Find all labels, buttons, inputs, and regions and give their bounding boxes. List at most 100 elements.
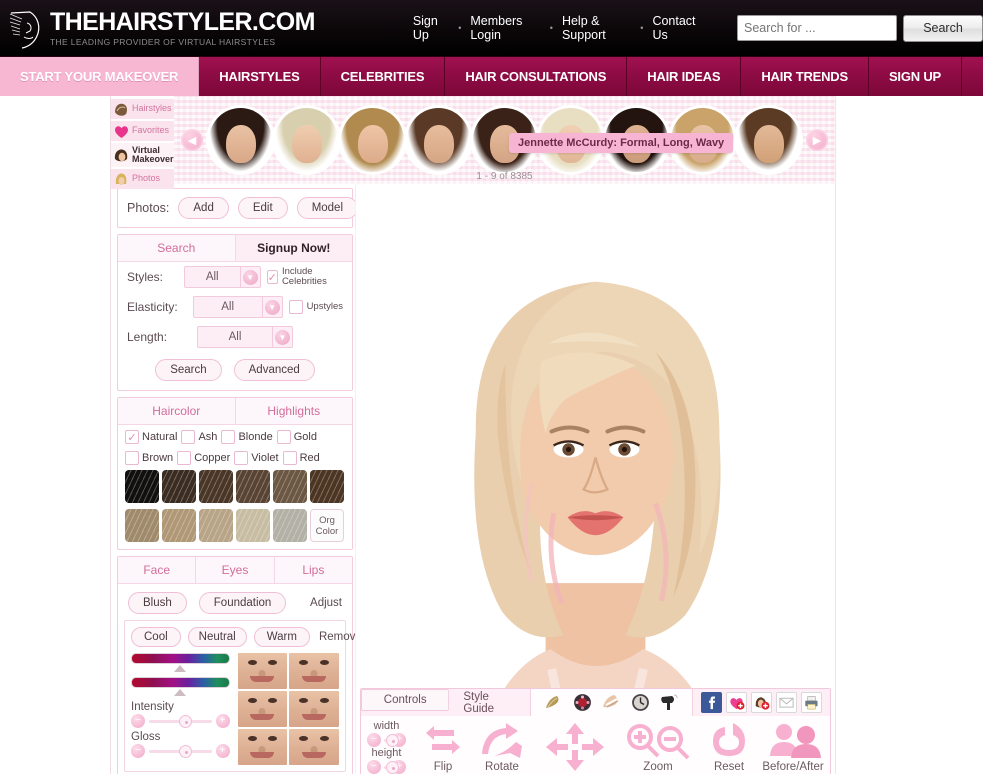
intensity-slider[interactable]: − + (131, 714, 230, 728)
foundation-button[interactable]: Foundation (198, 592, 287, 614)
rotate-button[interactable]: Rotate (476, 722, 528, 773)
original-color-button[interactable]: Org Color (310, 509, 344, 542)
move-button[interactable] (544, 721, 606, 774)
face-preview-cell[interactable] (289, 729, 339, 765)
slider-track[interactable] (149, 714, 212, 728)
sidebar-item-hairstyles[interactable]: Hairstyles (111, 99, 174, 119)
advanced-search-button[interactable]: Advanced (233, 359, 315, 381)
nav-hair-consultations[interactable]: HAIR CONSULTATIONS (445, 57, 628, 96)
reset-button[interactable]: Reset (708, 722, 750, 773)
add-makeover-icon[interactable] (751, 692, 772, 713)
color-check-natural[interactable]: ✓ Natural (125, 430, 177, 444)
sidebar-item-photos[interactable]: Photos (111, 169, 174, 189)
zoom-button[interactable]: Zoom (620, 722, 696, 773)
brush-icon[interactable] (543, 692, 564, 713)
color-check-violet[interactable]: Violet (234, 451, 279, 465)
color-swatch[interactable] (236, 509, 270, 542)
color-check-red[interactable]: Red (282, 451, 320, 465)
header-link-contact-us[interactable]: Contact Us (652, 14, 703, 42)
header-link-members-login[interactable]: Members Login (470, 14, 540, 42)
carousel-thumb[interactable] (341, 108, 404, 172)
gloss-increase-button[interactable]: + (215, 744, 230, 758)
makeover-stage[interactable]: Controls Style Guide width − height − Fl… (355, 184, 835, 774)
elasticity-select[interactable]: All ▼ (192, 296, 283, 318)
checkbox[interactable] (125, 451, 139, 465)
color-check-blonde[interactable]: Blonde (221, 430, 273, 444)
checkbox[interactable] (177, 451, 192, 465)
header-link-sign-up[interactable]: Sign Up (413, 14, 449, 42)
photos-edit-button[interactable]: Edit (237, 197, 288, 219)
color-check-brown[interactable]: Brown (125, 451, 173, 465)
tone-cool-button[interactable]: Cool (131, 627, 181, 647)
tab-search[interactable]: Search (118, 235, 236, 261)
width-slider[interactable]: − + (367, 733, 406, 747)
width-decrease-button[interactable]: − (367, 733, 381, 747)
styles-select[interactable]: All ▼ (183, 266, 261, 288)
face-preview-cell[interactable] (237, 691, 288, 727)
slider-knob[interactable] (179, 744, 193, 758)
color-swatch[interactable] (125, 470, 159, 503)
hue-gradient-bar-2[interactable] (131, 677, 230, 688)
flip-button[interactable]: Flip (420, 722, 466, 773)
add-favorite-icon[interactable] (726, 692, 747, 713)
color-swatch[interactable] (273, 509, 307, 542)
include-celebrities-check[interactable]: ✓ Include Celebrities (266, 267, 343, 287)
nav-celebrities[interactable]: CELEBRITIES (321, 57, 446, 96)
palette-icon[interactable] (572, 692, 593, 713)
model-photo[interactable] (356, 184, 835, 763)
length-select[interactable]: All ▼ (197, 326, 293, 348)
sidebar-item-virtual-makeovers[interactable]: Virtual Makeovers (111, 143, 179, 167)
nav-hairstyles[interactable]: HAIRSTYLES (199, 57, 321, 96)
sidebar-item-favorites[interactable]: Favorites (111, 121, 174, 141)
slider-knob[interactable] (386, 733, 400, 747)
photos-model-button[interactable]: Model (296, 197, 359, 219)
tab-face[interactable]: Face (118, 557, 197, 583)
hue-gradient-bar-1[interactable] (131, 653, 230, 664)
color-check-gold[interactable]: Gold (276, 430, 317, 444)
slider-track[interactable] (384, 733, 400, 747)
checkbox[interactable] (221, 430, 236, 444)
carousel-thumb[interactable] (275, 108, 338, 172)
blush-button[interactable]: Blush (128, 592, 187, 614)
tone-neutral-button[interactable]: Neutral (187, 627, 247, 647)
nav-sign-up[interactable]: SIGN UP (869, 57, 963, 96)
gloss-decrease-button[interactable]: − (131, 744, 145, 758)
color-check-ash[interactable]: Ash (181, 430, 217, 444)
color-swatch[interactable] (162, 509, 196, 542)
face-preview-cell[interactable] (237, 729, 288, 765)
search-submit-button[interactable]: Search (155, 359, 222, 381)
tab-style-guide[interactable]: Style Guide (449, 689, 531, 716)
checkbox[interactable]: ✓ (266, 270, 278, 284)
before-after-button[interactable]: Before/After (762, 722, 824, 773)
email-icon[interactable] (776, 692, 797, 713)
color-swatch[interactable] (236, 470, 270, 503)
hairdryer-icon[interactable] (659, 692, 680, 713)
upstyles-check[interactable]: Upstyles (288, 300, 343, 314)
search-button[interactable]: Search (903, 14, 983, 42)
tab-lips[interactable]: Lips (274, 557, 352, 583)
color-swatch[interactable] (310, 470, 344, 503)
checkbox[interactable]: ✓ (125, 430, 139, 444)
color-swatch[interactable] (273, 470, 307, 503)
comb-icon[interactable] (601, 692, 622, 713)
slider-track[interactable] (384, 760, 400, 774)
carousel-next-button[interactable]: ▶ (806, 129, 828, 151)
site-logo[interactable]: THEHAIRSTYLER.COM THE LEADING PROVIDER O… (0, 6, 315, 51)
face-preview-cell[interactable] (289, 653, 339, 689)
slider-knob[interactable] (386, 760, 400, 774)
tab-controls[interactable]: Controls (361, 689, 450, 711)
facebook-icon[interactable] (701, 692, 722, 713)
height-slider[interactable]: − + (367, 760, 406, 774)
hue-marker-1[interactable] (174, 665, 187, 672)
nav-hair-trends[interactable]: HAIR TRENDS (741, 57, 869, 96)
gloss-slider[interactable]: − + (131, 744, 230, 758)
intensity-decrease-button[interactable]: − (131, 714, 145, 728)
color-check-copper[interactable]: Copper (177, 451, 230, 465)
face-preview-cell[interactable] (289, 691, 339, 727)
nav-hair-ideas[interactable]: HAIR IDEAS (627, 57, 742, 96)
adjust-link[interactable]: Adjust (310, 597, 342, 609)
tab-highlights[interactable]: Highlights (235, 398, 352, 424)
tone-warm-button[interactable]: Warm (253, 627, 310, 647)
hue-marker-2[interactable] (174, 689, 187, 696)
tab-eyes[interactable]: Eyes (196, 557, 275, 583)
